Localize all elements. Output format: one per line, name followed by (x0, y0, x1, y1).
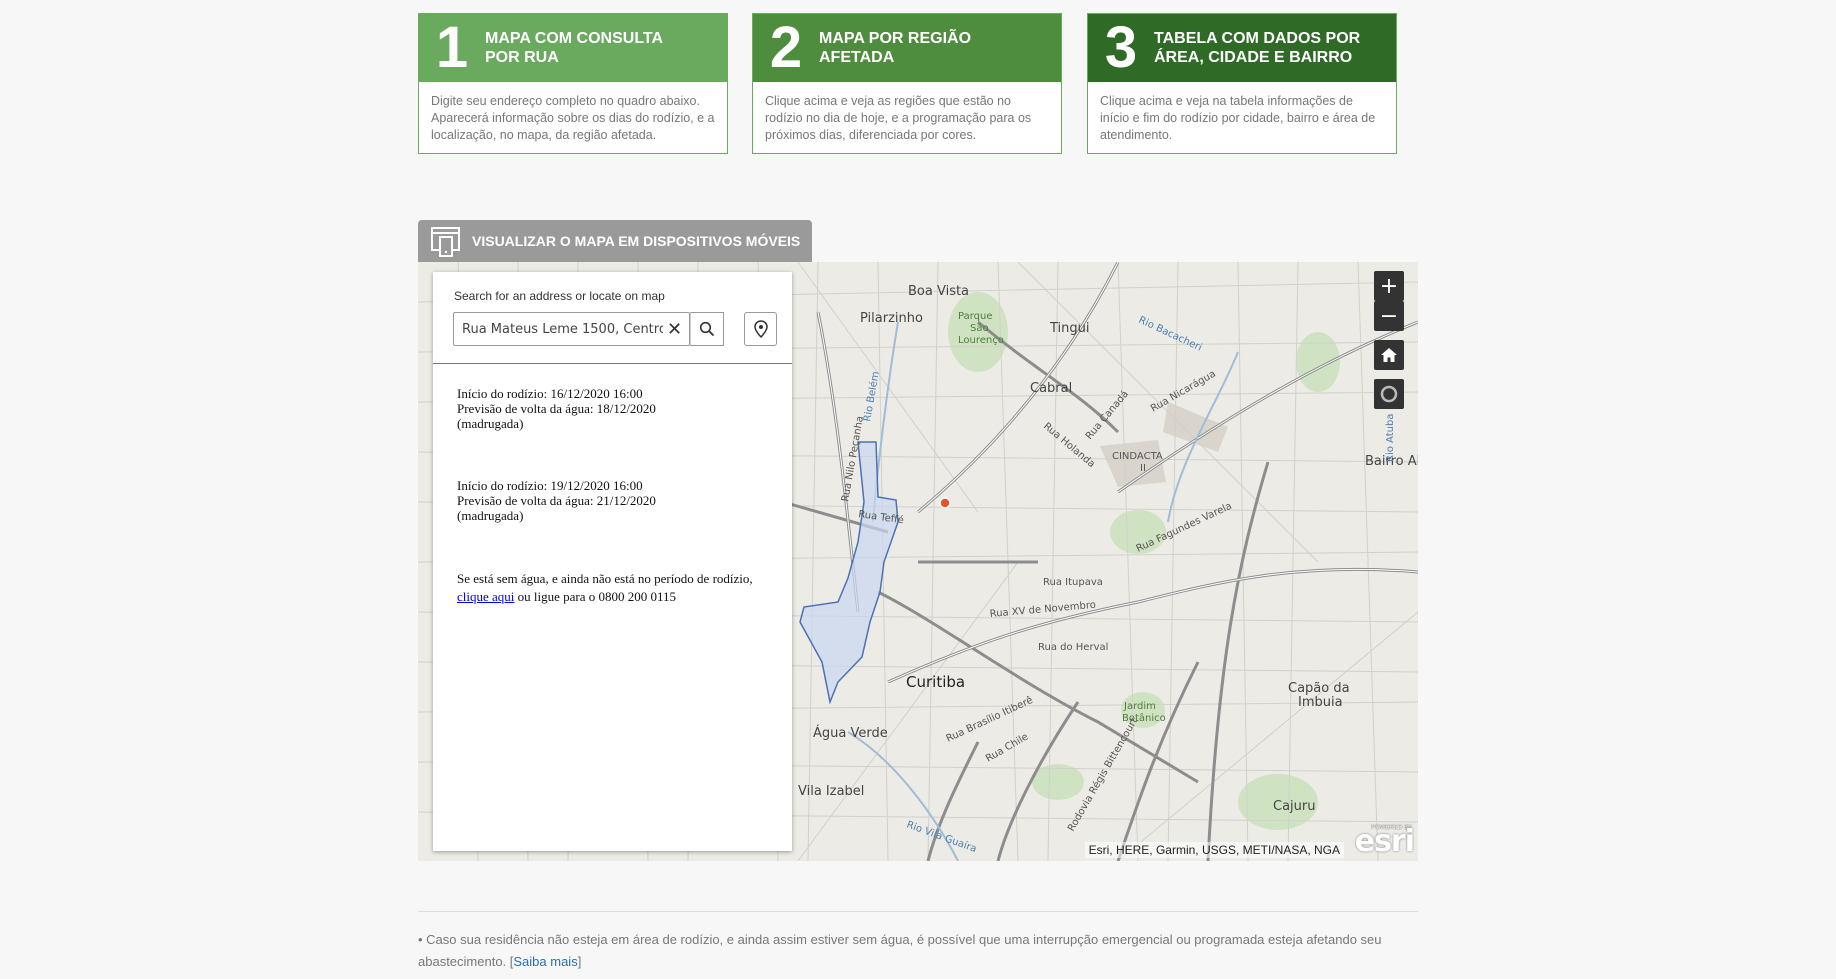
zoom-in-button[interactable]: + (1374, 271, 1404, 301)
footer-close: ] (577, 954, 582, 969)
footer-divider (418, 911, 1418, 912)
map-label-jardim-1: Jardim (1123, 701, 1156, 712)
search-panel: Search for an address or locate on map R… (433, 272, 792, 851)
esri-logo[interactable]: esri (1355, 824, 1415, 859)
click-here-link[interactable]: clique aqui (457, 589, 514, 604)
mobile-map-tab[interactable]: VISUALIZAR O MAPA EM DISPOSITIVOS MÓVEIS (418, 220, 812, 262)
map-label-parque-2: São (970, 323, 989, 334)
map-label-cindacta-1: CINDACTA (1112, 451, 1163, 462)
map-label-vila-izabel: Vila Izabel (798, 784, 864, 799)
card-number: 2 (769, 15, 803, 80)
map-label-tingui: Tingui (1049, 321, 1090, 336)
result-item: Início do rodízio: 19/12/2020 16:00 Prev… (457, 478, 768, 523)
card-description: Digite seu endereço completo no quadro a… (431, 94, 715, 142)
search-button[interactable] (690, 312, 724, 346)
search-input-value[interactable]: Rua Mateus Leme 1500, Centro (462, 322, 663, 337)
result-return: Previsão de volta da água: 18/12/2020 (457, 401, 656, 416)
card-title-line2: ÁREA, CIDADE E BAIRRO (1154, 49, 1353, 66)
no-water-text-before: Se está sem água, e ainda não está no pe… (457, 571, 753, 586)
map-label-capao-imbuia-1: Capão da (1288, 681, 1350, 696)
no-water-text-after: ou ligue para o 0800 200 0115 (514, 589, 677, 604)
card-title[interactable]: MAPA POR REGIÃO AFETADA (819, 29, 971, 67)
map-label-parque-3: Lourenço (958, 335, 1004, 346)
card-mapa-por-rua[interactable]: 1 MAPA COM CONSULTA POR RUA Digite seu e… (418, 13, 728, 154)
footer-note: • Caso sua residência não esteja em área… (418, 929, 1428, 973)
search-results: Início do rodízio: 16/12/2020 16:00 Prev… (433, 364, 792, 606)
locate-circle-icon (1380, 385, 1398, 403)
card-header[interactable]: 2 MAPA POR REGIÃO AFETADA (753, 14, 1061, 82)
locate-map-button[interactable] (1374, 379, 1404, 409)
result-start: Início do rodízio: 19/12/2020 16:00 (457, 478, 643, 493)
result-return: Previsão de volta da água: 21/12/2020 (457, 493, 656, 508)
location-pin-icon (753, 320, 768, 338)
card-title[interactable]: TABELA COM DADOS POR ÁREA, CIDADE E BAIR… (1154, 29, 1360, 67)
card-title-line1: MAPA POR REGIÃO (819, 30, 972, 47)
card-tabela-dados[interactable]: 3 TABELA COM DADOS POR ÁREA, CIDADE E BA… (1087, 13, 1397, 154)
map-label-rua-itupava: Rua Itupava (1043, 577, 1103, 588)
map-view[interactable]: Boa Vista Tingui Pilarzinho Cabral Bairr… (418, 262, 1418, 861)
map-location-marker[interactable] (939, 497, 951, 509)
card-title-line1: MAPA COM CONSULTA (485, 30, 664, 47)
card-description: Clique acima e veja na tabela informaçõe… (1100, 94, 1376, 142)
map-label-rio-atuba: Rio Atuba (1385, 414, 1396, 462)
map-label-cajuru: Cajuru (1273, 799, 1315, 814)
card-number: 1 (435, 15, 469, 80)
learn-more-link[interactable]: Saiba mais (513, 954, 577, 969)
result-item: Início do rodízio: 16/12/2020 16:00 Prev… (457, 386, 768, 431)
no-water-message: Se está sem água, e ainda não está no pe… (457, 570, 768, 606)
card-title-line1: TABELA COM DADOS POR (1154, 30, 1361, 47)
search-hint: Search for an address or locate on map (454, 289, 665, 303)
map-label-cindacta-2: II (1140, 463, 1146, 474)
map-label-curitiba: Curitiba (906, 673, 965, 691)
map-label-capao-imbuia-2: Imbuia (1298, 695, 1343, 710)
result-note: (madrugada) (457, 416, 524, 431)
map-label-pilarzinho: Pilarzinho (860, 311, 923, 326)
map-label-cabral: Cabral (1030, 381, 1072, 396)
map-label-boa-vista: Boa Vista (908, 284, 969, 299)
map-label-rua-herval: Rua do Herval (1038, 642, 1108, 653)
search-input[interactable]: Rua Mateus Leme 1500, Centro ✕ (453, 312, 690, 346)
card-title-line2: AFETADA (819, 49, 895, 66)
zoom-out-button[interactable]: − (1374, 301, 1404, 331)
card-number: 3 (1104, 15, 1138, 80)
card-header[interactable]: 3 TABELA COM DADOS POR ÁREA, CIDADE E BA… (1088, 14, 1396, 82)
locate-button[interactable] (744, 312, 777, 346)
result-note: (madrugada) (457, 508, 524, 523)
home-button[interactable] (1374, 340, 1404, 370)
search-icon (699, 321, 715, 337)
map-attribution: Esri, HERE, Garmin, USGS, METI/NASA, NGA (1084, 842, 1344, 858)
card-mapa-por-regiao[interactable]: 2 MAPA POR REGIÃO AFETADA Clique acima e… (752, 13, 1062, 154)
card-title-line2: POR RUA (485, 49, 559, 66)
home-icon (1381, 348, 1397, 362)
card-title[interactable]: MAPA COM CONSULTA POR RUA (485, 29, 663, 67)
mobile-devices-icon (431, 227, 460, 257)
result-start: Início do rodízio: 16/12/2020 16:00 (457, 386, 643, 401)
card-description: Clique acima e veja as regiões que estão… (765, 94, 1032, 142)
card-header[interactable]: 1 MAPA COM CONSULTA POR RUA (419, 14, 727, 82)
map-label-parque-1: Parque (958, 311, 992, 322)
mobile-tab-label: VISUALIZAR O MAPA EM DISPOSITIVOS MÓVEIS (472, 233, 801, 249)
map-label-agua-verde: Água Verde (813, 725, 888, 741)
search-header: Search for an address or locate on map R… (433, 272, 792, 364)
close-icon[interactable]: ✕ (667, 319, 682, 340)
